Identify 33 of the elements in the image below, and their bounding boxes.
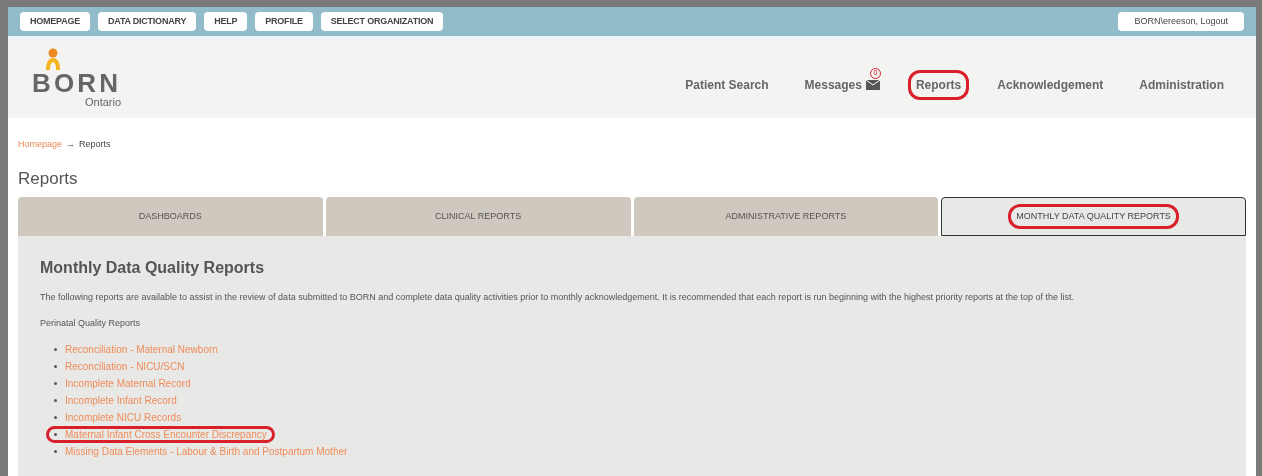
breadcrumb-separator: → <box>66 138 76 151</box>
report-tab[interactable]: DASHBOARDS <box>18 197 323 236</box>
bullet-icon <box>54 449 57 453</box>
panel-description: The following reports are available to assist in the review of data submitted to BORN and complete data quality activities prior to monthly acknowledgement. It is recommended that each report is run beginning with the highest priority reports at the top of the list. <box>40 291 1076 304</box>
top-menu-button[interactable]: HOMEPAGE <box>20 11 91 32</box>
bullet-icon <box>54 347 57 351</box>
top-menu-button[interactable]: DATA DICTIONARY <box>98 11 197 32</box>
report-tab[interactable]: ADMINISTRATIVE REPORTS <box>633 197 939 236</box>
logout-button[interactable]: BORN\ereeson, Logout <box>1118 11 1244 32</box>
bullet-icon <box>54 381 57 385</box>
logo-subtext: Ontario <box>84 96 122 110</box>
logo-text: BORN <box>32 70 122 97</box>
breadcrumb-link[interactable]: Homepage <box>18 138 63 152</box>
breadcrumb-current: Reports <box>79 138 111 151</box>
top-menu-button[interactable]: HELP <box>204 11 248 32</box>
bullet-icon <box>54 415 57 419</box>
nav-link[interactable]: Reports <box>915 75 962 94</box>
envelope-icon <box>865 79 880 90</box>
report-tab[interactable]: MONTHLY DATA QUALITY REPORTS <box>941 197 1246 236</box>
top-menu-button[interactable]: SELECT ORGANIZATION <box>320 11 444 32</box>
top-menu-button[interactable]: PROFILE <box>255 11 313 32</box>
report-tab[interactable]: CLINICAL REPORTS <box>325 197 631 236</box>
page-title: Reports <box>18 167 79 190</box>
bullet-icon <box>54 364 57 368</box>
nav-link[interactable]: Messages <box>804 75 862 94</box>
section-heading: Perinatal Quality Reports <box>40 317 142 330</box>
logo-figure-icon <box>44 48 62 71</box>
bullet-icon <box>54 398 57 402</box>
nav-link[interactable]: Patient Search <box>685 75 769 94</box>
nav-link[interactable]: Acknowledgement <box>997 75 1104 94</box>
panel-title: Monthly Data Quality Reports <box>40 258 266 278</box>
nav-link[interactable]: Administration <box>1139 75 1224 94</box>
bullet-icon <box>54 432 57 436</box>
